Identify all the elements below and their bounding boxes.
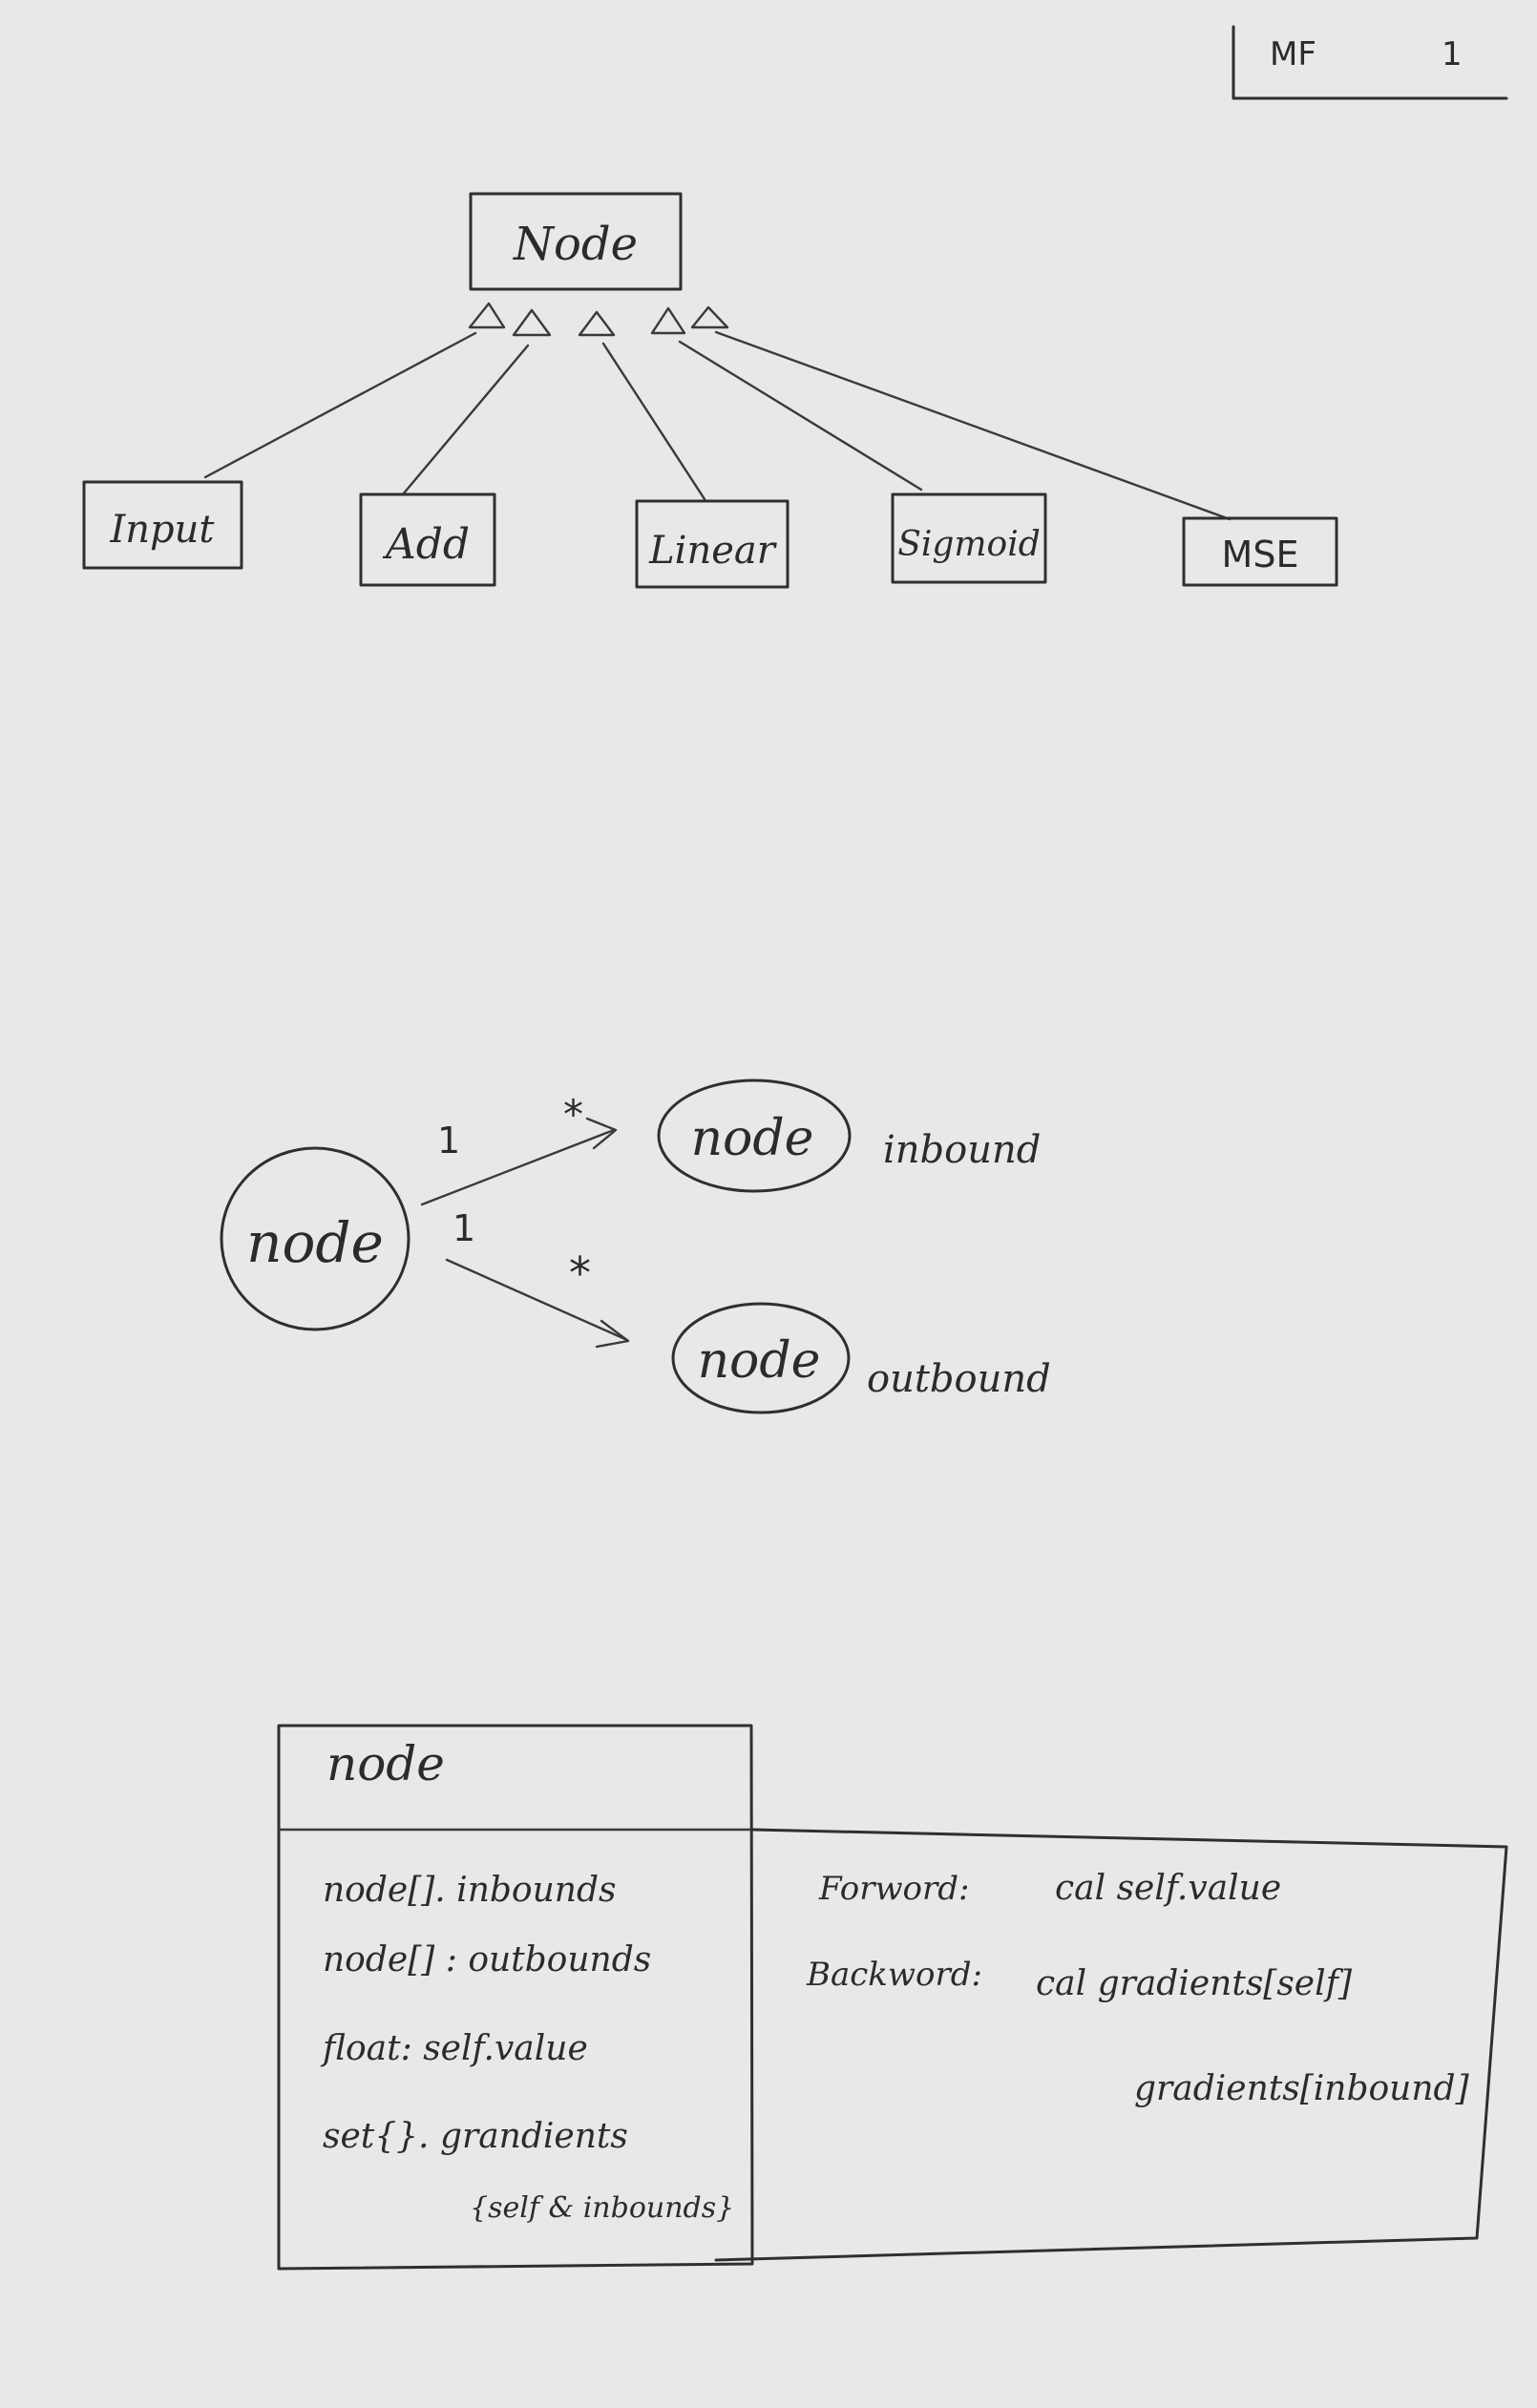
generalization-line [601,342,706,501]
inbound-label: inbound [883,1128,1041,1172]
association-diagram: node node inbound node outbound 1 * 1 * [220,1078,1051,1414]
inbound-arrowhead-icon [585,1117,618,1150]
child-label-mse: MSE [1222,534,1299,576]
inheritance-triangle-icon [512,308,552,337]
inbound-node-label: node [691,1110,814,1167]
outbound-label: outbound [867,1357,1051,1401]
child-label-sigmoid: Sigmoid [897,525,1041,564]
multiplicity-source-inbound: 1 [437,1120,460,1162]
multiplicity-target-outbound: * [569,1247,591,1299]
backward-text-2: gradients[inbound] [1134,2069,1470,2108]
generalization-line [714,330,1232,521]
backward-label: Backword: [806,1956,982,1994]
page-tag: MF 1 [1232,25,1508,100]
forward-text: cal self.value [1055,1869,1281,1908]
backward-text: cal gradients[self] [1036,1964,1353,2003]
outbound-node-label: node [698,1332,821,1390]
forward-label: Forword: [818,1870,970,1908]
source-node-label: node [246,1210,384,1275]
page-tag-number: 1 [1442,35,1463,73]
child-label-input: Input [109,508,215,552]
child-label-add: Add [382,520,470,569]
inheritance-diagram: Node Input Add Linear Sigmoid MSE [82,192,1338,589]
attribute-gradients: set{}. grandients [323,2117,628,2156]
inheritance-triangle-icon [578,310,616,337]
attribute-inbounds: node[]. inbounds [323,1871,617,1910]
inheritance-triangle-icon [468,302,506,329]
inheritance-triangle-icon [690,305,729,329]
outbound-arrow-line [445,1258,629,1342]
generalization-line [401,344,530,496]
multiplicity-source-outbound: 1 [453,1207,475,1249]
page-tag-code: MF [1270,35,1316,73]
diagram-canvas: MF 1 Node Input Add Linear Sigmoid MSE n… [82,25,1508,2271]
attribute-value: float: self.value [320,2029,588,2068]
attribute-gradients-detail: {self & inbounds} [470,2191,734,2225]
inheritance-triangle-icon [650,306,686,335]
class-box [277,1724,754,2271]
class-diagram: node node[]. inbounds node[] : outbounds… [277,1724,1508,2271]
attribute-outbounds: node[] : outbounds [323,1940,651,1979]
multiplicity-target-inbound: * [563,1091,583,1138]
node-parent-label: Node [513,218,638,271]
class-name: node [326,1736,445,1791]
child-label-linear: Linear [648,529,778,573]
